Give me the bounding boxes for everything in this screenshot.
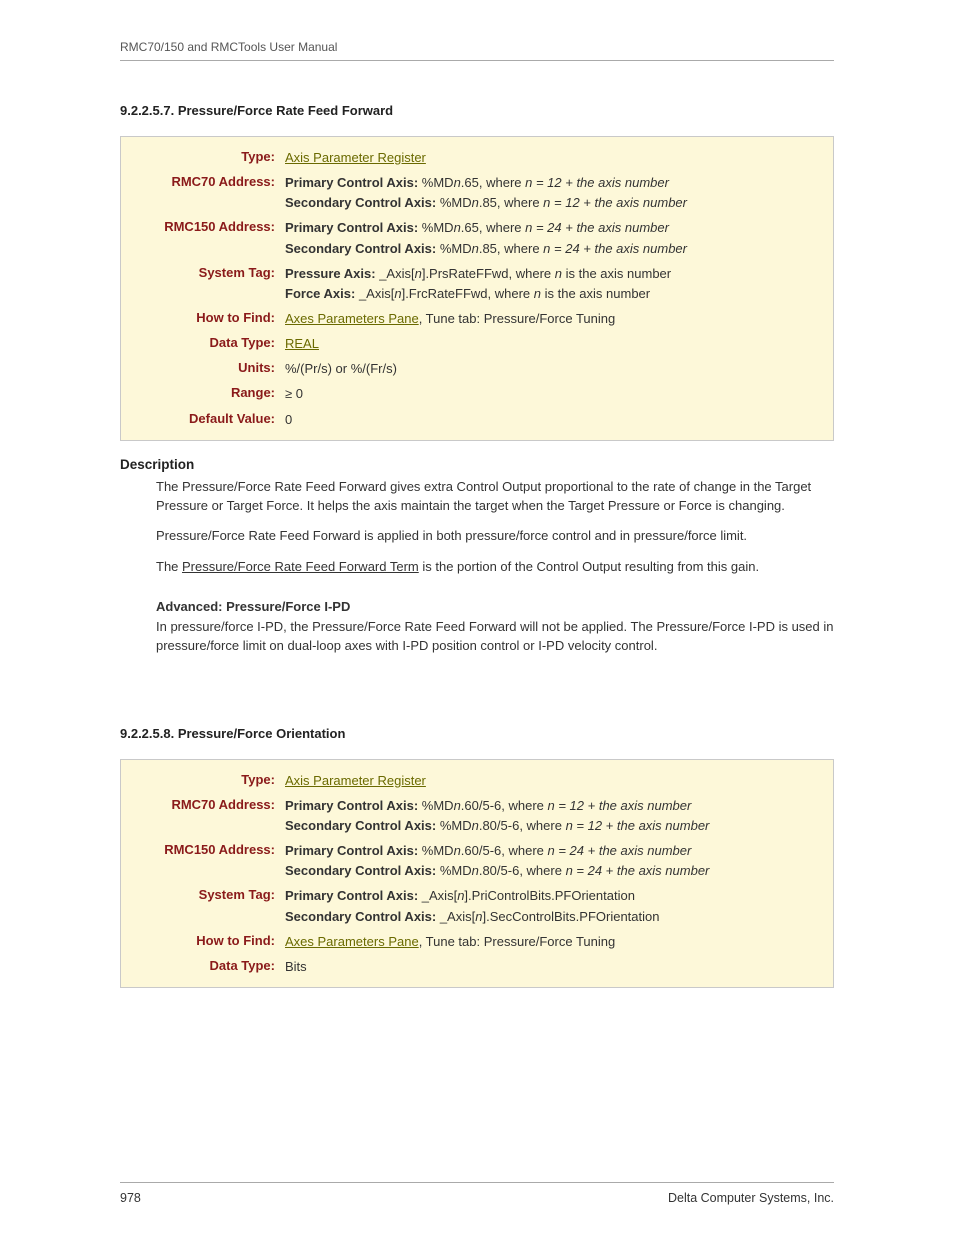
row-label: Range: bbox=[121, 381, 285, 402]
row-value: 0 bbox=[285, 407, 821, 430]
row-value: Bits bbox=[285, 954, 821, 977]
header-title: RMC70/150 and RMCTools User Manual bbox=[120, 40, 834, 61]
row-label: Default Value: bbox=[121, 407, 285, 428]
row-label: Type: bbox=[121, 145, 285, 166]
term-link[interactable]: Pressure/Force Rate Feed Forward Term bbox=[182, 559, 419, 574]
parameter-table-1: Type: Axis Parameter Register RMC70 Addr… bbox=[120, 136, 834, 441]
description-block: The Pressure/Force Rate Feed Forward giv… bbox=[156, 478, 834, 656]
type-link[interactable]: Axis Parameter Register bbox=[285, 150, 426, 165]
how-to-link[interactable]: Axes Parameters Pane bbox=[285, 934, 419, 949]
row-value: Primary Control Axis: %MDn.65, where n =… bbox=[285, 215, 821, 258]
section-heading-1: 9.2.2.5.7. Pressure/Force Rate Feed Forw… bbox=[120, 103, 834, 118]
company-name: Delta Computer Systems, Inc. bbox=[668, 1191, 834, 1205]
datatype-link[interactable]: REAL bbox=[285, 336, 319, 351]
advanced-heading: Advanced: Pressure/Force I-PD bbox=[156, 599, 834, 614]
row-label: How to Find: bbox=[121, 306, 285, 327]
row-label: Type: bbox=[121, 768, 285, 789]
row-value: Primary Control Axis: %MDn.60/5-6, where… bbox=[285, 838, 821, 881]
row-value: Primary Control Axis: %MDn.60/5-6, where… bbox=[285, 793, 821, 836]
section-heading-2: 9.2.2.5.8. Pressure/Force Orientation bbox=[120, 726, 834, 741]
parameter-table-2: Type: Axis Parameter Register RMC70 Addr… bbox=[120, 759, 834, 988]
page: RMC70/150 and RMCTools User Manual 9.2.2… bbox=[0, 0, 954, 1235]
description-paragraph: In pressure/force I-PD, the Pressure/For… bbox=[156, 618, 834, 656]
row-value: %/(Pr/s) or %/(Fr/s) bbox=[285, 356, 821, 379]
footer: 978 Delta Computer Systems, Inc. bbox=[120, 1182, 834, 1205]
description-paragraph: Pressure/Force Rate Feed Forward is appl… bbox=[156, 527, 834, 546]
row-label: Units: bbox=[121, 356, 285, 377]
row-label: RMC70 Address: bbox=[121, 170, 285, 191]
row-value: Axes Parameters Pane, Tune tab: Pressure… bbox=[285, 929, 821, 952]
type-link[interactable]: Axis Parameter Register bbox=[285, 773, 426, 788]
row-label: System Tag: bbox=[121, 883, 285, 904]
how-to-link[interactable]: Axes Parameters Pane bbox=[285, 311, 419, 326]
row-label: RMC70 Address: bbox=[121, 793, 285, 814]
row-label: RMC150 Address: bbox=[121, 215, 285, 236]
description-paragraph: The Pressure/Force Rate Feed Forward Ter… bbox=[156, 558, 834, 577]
description-heading: Description bbox=[120, 457, 834, 472]
page-number: 978 bbox=[120, 1191, 141, 1205]
description-paragraph: The Pressure/Force Rate Feed Forward giv… bbox=[156, 478, 834, 516]
row-value: Primary Control Axis: _Axis[n].PriContro… bbox=[285, 883, 821, 926]
row-value: Primary Control Axis: %MDn.65, where n =… bbox=[285, 170, 821, 213]
row-label: System Tag: bbox=[121, 261, 285, 282]
row-value: Pressure Axis: _Axis[n].PrsRateFFwd, whe… bbox=[285, 261, 821, 304]
row-label: RMC150 Address: bbox=[121, 838, 285, 859]
row-label: How to Find: bbox=[121, 929, 285, 950]
row-value: Axes Parameters Pane, Tune tab: Pressure… bbox=[285, 306, 821, 329]
row-label: Data Type: bbox=[121, 331, 285, 352]
row-value: ≥ 0 bbox=[285, 381, 821, 404]
row-label: Data Type: bbox=[121, 954, 285, 975]
